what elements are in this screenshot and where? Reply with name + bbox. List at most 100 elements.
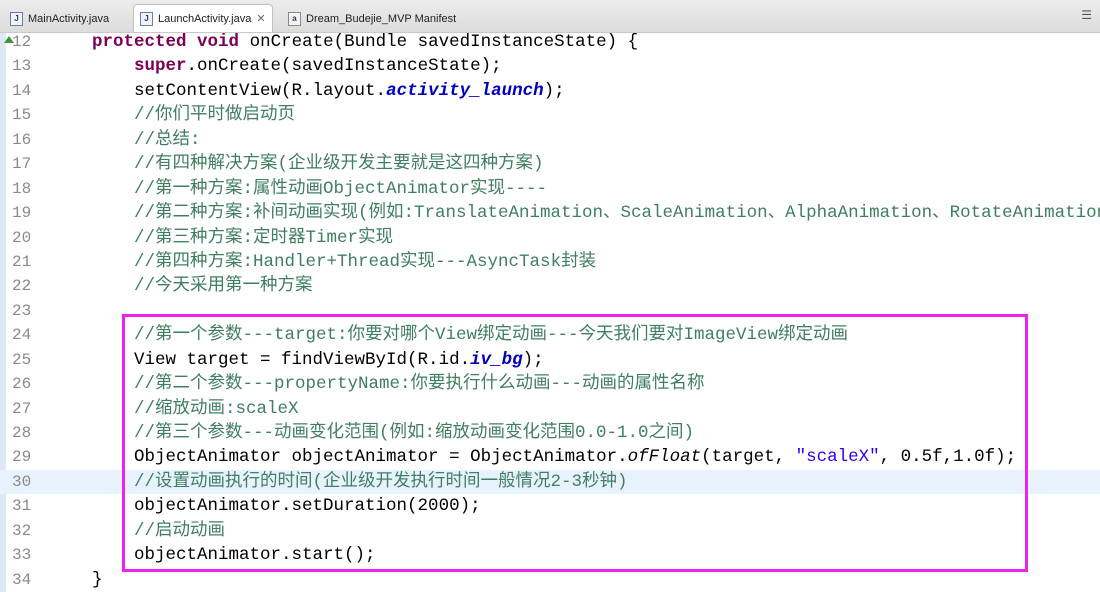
code-line[interactable]: 31 objectAnimator.setDuration(2000); — [0, 494, 1100, 518]
code-line[interactable]: 15 //你们平时做启动页 — [0, 103, 1100, 127]
code-token: ofFloat — [627, 447, 702, 468]
line-number: 18 — [12, 179, 32, 198]
code-line[interactable]: 13 super.onCreate(savedInstanceState); — [0, 54, 1100, 78]
code-text: //总结: — [50, 128, 201, 152]
code-line[interactable]: 34 } — [0, 568, 1100, 592]
code-token: //设置动画执行的时间(企业级开发执行时间一般情况2-3秒钟) — [134, 471, 628, 492]
code-token: ); — [543, 80, 565, 101]
code-token: } — [50, 569, 103, 590]
code-line[interactable]: 33 objectAnimator.start(); — [0, 543, 1100, 567]
code-line[interactable]: 17 //有四种解决方案(企业级开发主要就是这四种方案) — [0, 152, 1100, 176]
code-text: //有四种解决方案(企业级开发主要就是这四种方案) — [50, 152, 544, 176]
editor-tab-bar: J MainActivity.java J LaunchActivity.jav… — [0, 0, 1100, 33]
java-file-icon: J — [140, 11, 153, 26]
code-line[interactable]: 12 protected void onCreate(Bundle savedI… — [0, 30, 1100, 54]
code-line[interactable]: 26 //第二个参数---propertyName:你要执行什么动画---动画的… — [0, 372, 1100, 396]
code-line[interactable]: 23 — [0, 299, 1100, 323]
tab-label: LaunchActivity.java — [158, 12, 252, 25]
code-token: super — [134, 56, 187, 77]
code-line[interactable]: 29 ObjectAnimator objectAnimator = Objec… — [0, 445, 1100, 469]
code-line[interactable]: 19 //第二种方案:补间动画实现(例如:TranslateAnimation、… — [0, 201, 1100, 225]
code-token: //第二个参数---propertyName:你要执行什么动画---动画的属性名… — [134, 374, 705, 395]
code-line[interactable]: 21 //第四种方案:Handler+Thread实现---AsyncTask封… — [0, 250, 1100, 274]
line-number: 17 — [12, 155, 32, 174]
line-number: 22 — [12, 277, 32, 296]
tab-main-activity[interactable]: J MainActivity.java — [4, 6, 115, 32]
code-token: //第二种方案:补间动画实现(例如:TranslateAnimation、Sca… — [134, 203, 1100, 224]
code-token: iv_bg — [470, 349, 523, 370]
code-token: (target, — [701, 447, 796, 468]
code-line[interactable]: 24 //第一个参数---target:你要对哪个View绑定动画---今天我们… — [0, 323, 1100, 347]
code-line[interactable]: 20 //第三种方案:定时器Timer实现 — [0, 226, 1100, 250]
line-number: 31 — [12, 497, 32, 516]
code-token: //第一个参数---target:你要对哪个View绑定动画---今天我们要对I… — [134, 325, 849, 346]
line-number: 26 — [12, 375, 32, 394]
code-token: void — [197, 32, 240, 52]
line-number: 16 — [12, 130, 32, 149]
manifest-file-icon: a — [288, 12, 301, 26]
code-line[interactable]: 16 //总结: — [0, 128, 1100, 152]
line-number: 19 — [12, 204, 32, 223]
tab-label: MainActivity.java — [28, 13, 110, 25]
code-line[interactable]: 32 //启动动画 — [0, 519, 1100, 543]
code-line[interactable]: 22 //今天采用第一种方案 — [0, 274, 1100, 298]
tab-list-menu-icon[interactable]: ☰ — [1081, 8, 1092, 22]
line-number: 27 — [12, 399, 32, 418]
tab-launch-activity[interactable]: J LaunchActivity.java ✕ — [133, 4, 273, 32]
code-token: setContentView(R.layout. — [50, 80, 387, 101]
code-editor[interactable]: 12 protected void onCreate(Bundle savedI… — [0, 30, 1100, 592]
java-file-icon: J — [10, 12, 23, 26]
code-token: //总结: — [134, 129, 201, 150]
code-line[interactable]: 30 //设置动画执行的时间(企业级开发执行时间一般情况2-3秒钟) — [0, 469, 1100, 495]
code-line[interactable]: 18 //第一种方案:属性动画ObjectAnimator实现---- — [0, 177, 1100, 201]
line-number: 12 — [12, 33, 32, 51]
code-line[interactable]: 27 //缩放动画:scaleX — [0, 397, 1100, 421]
code-token: //第三种方案:定时器Timer实现 — [134, 227, 394, 248]
code-text: View target = findViewById(R.id.iv_bg); — [50, 348, 544, 372]
line-number: 34 — [12, 570, 32, 589]
code-text: } — [50, 568, 103, 592]
code-token: View target = findViewById(R.id. — [50, 349, 471, 370]
code-text: objectAnimator.setDuration(2000); — [50, 494, 481, 518]
code-text: //启动动画 — [50, 519, 225, 543]
line-number: 29 — [12, 448, 32, 467]
code-text: setContentView(R.layout.activity_launch)… — [50, 79, 565, 103]
code-token: //你们平时做启动页 — [134, 105, 296, 126]
code-text: ObjectAnimator objectAnimator = ObjectAn… — [50, 445, 1016, 469]
code-token: objectAnimator.setDuration(2000); — [50, 496, 481, 517]
code-text: //第三个参数---动画变化范围(例如:缩放动画变化范围0.0-1.0之间) — [50, 421, 694, 445]
code-line[interactable]: 14 setContentView(R.layout.activity_laun… — [0, 79, 1100, 103]
close-tab-icon[interactable]: ✕ — [256, 12, 265, 25]
code-text: //第四种方案:Handler+Thread实现---AsyncTask封装 — [50, 250, 596, 274]
code-token: onCreate(Bundle savedInstanceState) { — [239, 32, 639, 52]
code-text: //第二个参数---propertyName:你要执行什么动画---动画的属性名… — [50, 372, 705, 396]
line-number: 33 — [12, 546, 32, 565]
code-text: //第二种方案:补间动画实现(例如:TranslateAnimation、Sca… — [50, 201, 1100, 225]
code-token: //有四种解决方案(企业级开发主要就是这四种方案) — [134, 154, 544, 175]
line-number: 14 — [12, 81, 32, 100]
code-token: ObjectAnimator objectAnimator = ObjectAn… — [50, 447, 628, 468]
line-number: 25 — [12, 350, 32, 369]
code-token: //第一种方案:属性动画ObjectAnimator实现---- — [134, 178, 548, 199]
line-number: 24 — [12, 326, 32, 345]
code-token: protected — [92, 32, 187, 52]
code-line[interactable]: 25 View target = findViewById(R.id.iv_bg… — [0, 348, 1100, 372]
code-text: //今天采用第一种方案 — [50, 274, 313, 298]
tab-manifest[interactable]: a Dream_Budejie_MVP Manifest — [282, 6, 462, 32]
code-line[interactable]: 28 //第三个参数---动画变化范围(例如:缩放动画变化范围0.0-1.0之间… — [0, 421, 1100, 445]
